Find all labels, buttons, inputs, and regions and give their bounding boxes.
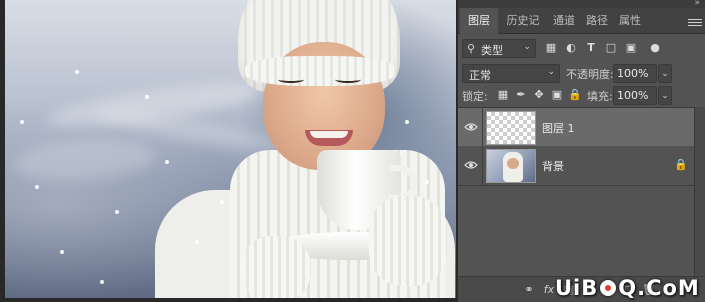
hat-brim [245,56,395,86]
snowflake [75,70,79,74]
tab-layers[interactable]: 图层 [460,8,498,34]
collapse-panel-icon[interactable]: » [694,0,700,8]
fill-value: 100% [617,89,649,102]
lock-all-icon[interactable]: 🔒 [568,88,582,102]
opacity-value: 100% [617,67,649,80]
canvas-area[interactable] [0,0,457,302]
teeth [310,131,348,138]
panel-menu-icon[interactable] [688,17,702,29]
blend-row: 正常 ⌄ 不透明度: 100% ⌄ [458,63,705,85]
watermark-text-right: Q.CoM [618,276,700,300]
snowflake [220,200,224,204]
tab-properties[interactable]: 属性 [614,8,646,34]
panel-tabbar: 图层 历史记录 通道 路径 属性 [458,8,705,53]
snowflake [115,210,119,214]
closed-eye [278,76,304,83]
steam-wisp [13,135,157,185]
layer-row-layer-1[interactable]: 图层 1 [458,108,694,148]
link-layers-icon[interactable]: ⚭ [522,283,536,297]
layer-name[interactable]: 背景 [542,158,564,174]
layer-row-background[interactable]: 背景 🔒 [458,146,694,186]
fill-label: 填充: [587,90,613,103]
thumbnail-face [507,158,519,169]
panel-header-strip: » [458,0,705,8]
lock-label: 锁定: [462,90,488,103]
snowflake [60,250,64,254]
layer-name[interactable]: 图层 1 [542,120,575,136]
snowflake [425,180,429,184]
smart-object-filter-icon[interactable]: ▣ [624,41,638,55]
chevron-down-icon: ⌄ [547,67,555,77]
glove [369,196,447,286]
divider [482,108,483,148]
layer-thumbnail[interactable] [486,111,536,145]
snowflake [100,280,104,284]
blend-mode-value: 正常 [469,69,491,82]
watermark-dot-icon [600,280,617,296]
glove [241,236,311,298]
snowflake [20,120,24,124]
tab-paths[interactable]: 路径 [582,8,612,34]
opacity-field[interactable]: 100% [613,64,657,83]
lock-icon: 🔒 [674,158,688,171]
snowflake [145,95,149,99]
lock-row: 锁定: ▦ ✒ ✥ ▣ 🔒 填充: 100% ⌄ [458,86,705,106]
shape-filter-icon[interactable]: □ [604,41,618,55]
layers-scrollbar[interactable] [694,107,705,277]
filter-kind-label: 类型 [481,44,503,57]
site-watermark: UiB Q.CoM [555,275,700,301]
document-image[interactable] [5,0,456,298]
divider [482,146,483,186]
filter-kind-select[interactable]: ⚲ 类型 ⌄ [462,39,536,58]
chevron-down-icon: ⌄ [523,42,531,52]
snowflake [35,185,39,189]
snowflake [405,120,409,124]
fill-field[interactable]: 100% [613,86,657,105]
type-filter-icon[interactable]: T [584,41,598,55]
tab-history[interactable]: 历史记录 [500,8,546,53]
blend-mode-select[interactable]: 正常 ⌄ [462,64,560,83]
visibility-eye-icon[interactable] [464,159,478,171]
watermark-text-left: UiB [555,276,599,300]
fx-icon[interactable]: fx [542,283,556,297]
filter-toggle-icon[interactable]: ● [648,41,662,55]
opacity-label: 不透明度: [566,68,614,81]
layer-thumbnail[interactable] [486,149,536,183]
snowflake [195,240,199,244]
tab-channels[interactable]: 通道 [548,8,580,34]
fill-slider-toggle[interactable]: ⌄ [658,86,672,105]
lock-position-icon[interactable]: ✥ [532,88,546,102]
image-filter-icon[interactable]: ▦ [544,41,558,55]
closed-eye [335,76,361,83]
adjustment-filter-icon[interactable]: ◐ [564,41,578,55]
lock-transparent-icon[interactable]: ▦ [496,88,510,102]
snowflake [165,160,169,164]
layers-panel: » 图层 历史记录 通道 路径 属性 ⚲ 类型 ⌄ ▦ ◐ T □ ▣ ● 正常… [457,0,705,302]
opacity-slider-toggle[interactable]: ⌄ [658,64,672,83]
search-icon: ⚲ [467,42,476,55]
layer-filter-row: ⚲ 类型 ⌄ ▦ ◐ T □ ▣ ● [458,38,705,60]
lock-artboard-icon[interactable]: ▣ [550,88,564,102]
visibility-eye-icon[interactable] [464,121,478,133]
lock-image-icon[interactable]: ✒ [514,88,528,102]
